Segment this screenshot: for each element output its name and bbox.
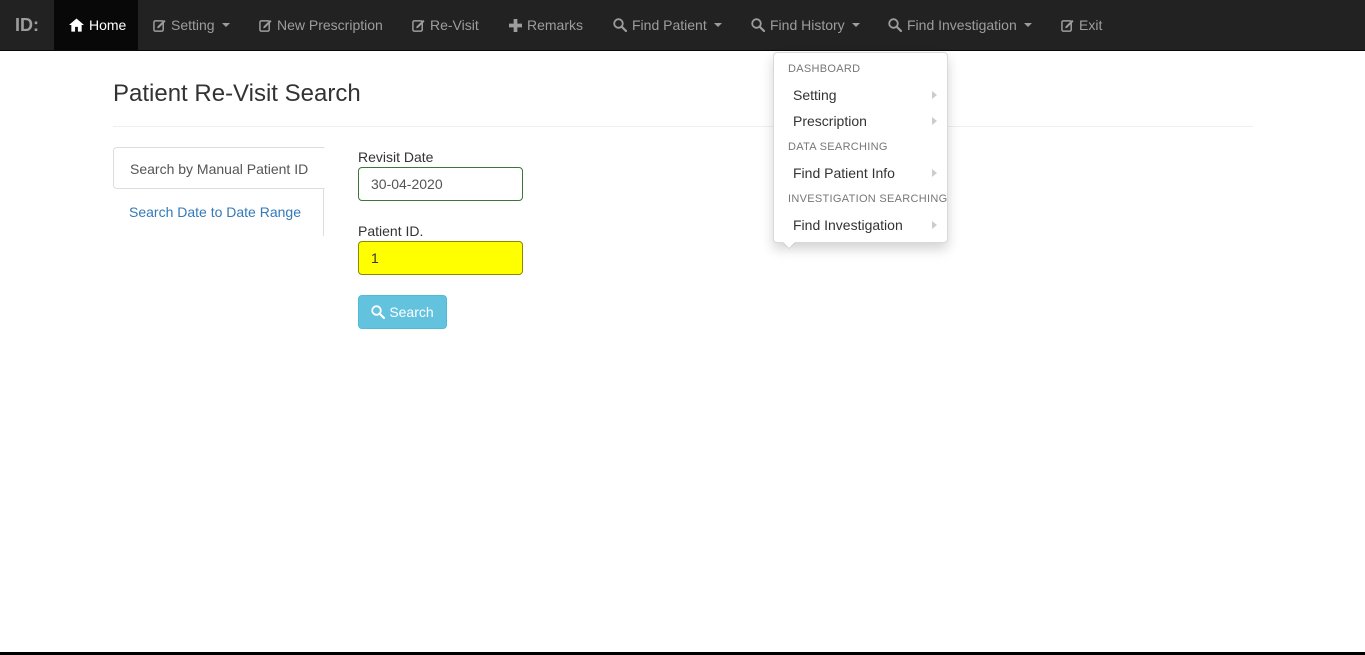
edit-icon — [412, 19, 425, 32]
brand[interactable]: ID: — [15, 0, 39, 50]
dropdown-header-dashboard: DASHBOARD — [788, 63, 861, 75]
dropdown-item-setting[interactable]: Setting — [774, 82, 947, 108]
caret-right-icon — [932, 169, 937, 177]
dropdown-item-prescription[interactable]: Prescription — [774, 108, 947, 134]
caret-right-icon — [932, 221, 937, 229]
nav-home[interactable]: Home — [54, 0, 138, 50]
nav-remarks-label: Remarks — [527, 17, 584, 33]
nav-exit-label: Exit — [1079, 17, 1103, 33]
tab-date-range[interactable]: Search Date to Date Range — [113, 191, 325, 233]
nav-new-prescription[interactable]: New Prescription — [259, 0, 383, 50]
top-navbar: ID: Home Setting New Prescription Re-Vis… — [0, 0, 1365, 51]
nav-find-patient[interactable]: Find Patient — [613, 0, 722, 50]
dropdown-header-investigation-searching: INVESTIGATION SEARCHING — [788, 193, 948, 205]
dropdown-item-find-patient-info-label: Find Patient Info — [793, 165, 895, 181]
page-title: Patient Re-Visit Search — [113, 80, 361, 107]
dropdown-item-setting-label: Setting — [793, 87, 837, 103]
caret-down-icon — [1023, 23, 1032, 27]
heading-divider — [113, 126, 1253, 127]
caret-right-icon — [932, 91, 937, 99]
dropdown-item-find-investigation-label: Find Investigation — [793, 217, 903, 233]
nav-find-investigation-label: Find Investigation — [907, 17, 1017, 33]
search-button[interactable]: Search — [358, 295, 447, 329]
nav-home-label: Home — [89, 17, 127, 33]
nav-find-investigation[interactable]: Find Investigation — [888, 0, 1032, 50]
caret-down-icon — [713, 23, 722, 27]
edit-icon — [1061, 19, 1074, 32]
dropdown-item-find-patient-info[interactable]: Find Patient Info — [774, 160, 947, 186]
caret-down-icon — [851, 23, 860, 27]
search-icon — [888, 18, 902, 32]
tab-manual-patient-id[interactable]: Search by Manual Patient ID — [113, 147, 325, 189]
edit-icon — [153, 19, 166, 32]
revisit-date-label: Revisit Date — [358, 149, 434, 165]
dropdown-pointer — [783, 242, 795, 248]
dropdown-item-prescription-label: Prescription — [793, 113, 867, 129]
dropdown-header-data-searching: DATA SEARCHING — [788, 141, 888, 153]
nav-find-history[interactable]: Find History — [751, 0, 860, 50]
nav-setting-label: Setting — [171, 17, 215, 33]
search-icon — [371, 305, 386, 319]
patient-id-label: Patient ID. — [358, 223, 424, 239]
plus-icon — [509, 18, 522, 32]
revisit-date-input[interactable] — [358, 167, 523, 201]
home-icon — [69, 18, 84, 32]
nav-remarks[interactable]: Remarks — [509, 0, 583, 50]
search-icon — [613, 18, 627, 32]
caret-down-icon — [221, 23, 230, 27]
nav-find-patient-label: Find Patient — [632, 17, 707, 33]
find-history-dropdown: DASHBOARD Setting Prescription DATA SEAR… — [773, 52, 948, 243]
caret-right-icon — [932, 117, 937, 125]
nav-exit[interactable]: Exit — [1061, 0, 1102, 50]
nav-revisit-label: Re-Visit — [430, 17, 479, 33]
nav-revisit[interactable]: Re-Visit — [412, 0, 479, 50]
nav-find-history-label: Find History — [770, 17, 845, 33]
search-icon — [751, 18, 765, 32]
search-button-label: Search — [389, 304, 434, 320]
dropdown-item-find-investigation[interactable]: Find Investigation — [774, 212, 947, 238]
nav-new-prescription-label: New Prescription — [277, 17, 383, 33]
tab-divider — [323, 188, 324, 236]
edit-icon — [259, 19, 272, 32]
nav-setting[interactable]: Setting — [153, 0, 230, 50]
patient-id-input[interactable] — [358, 241, 523, 275]
